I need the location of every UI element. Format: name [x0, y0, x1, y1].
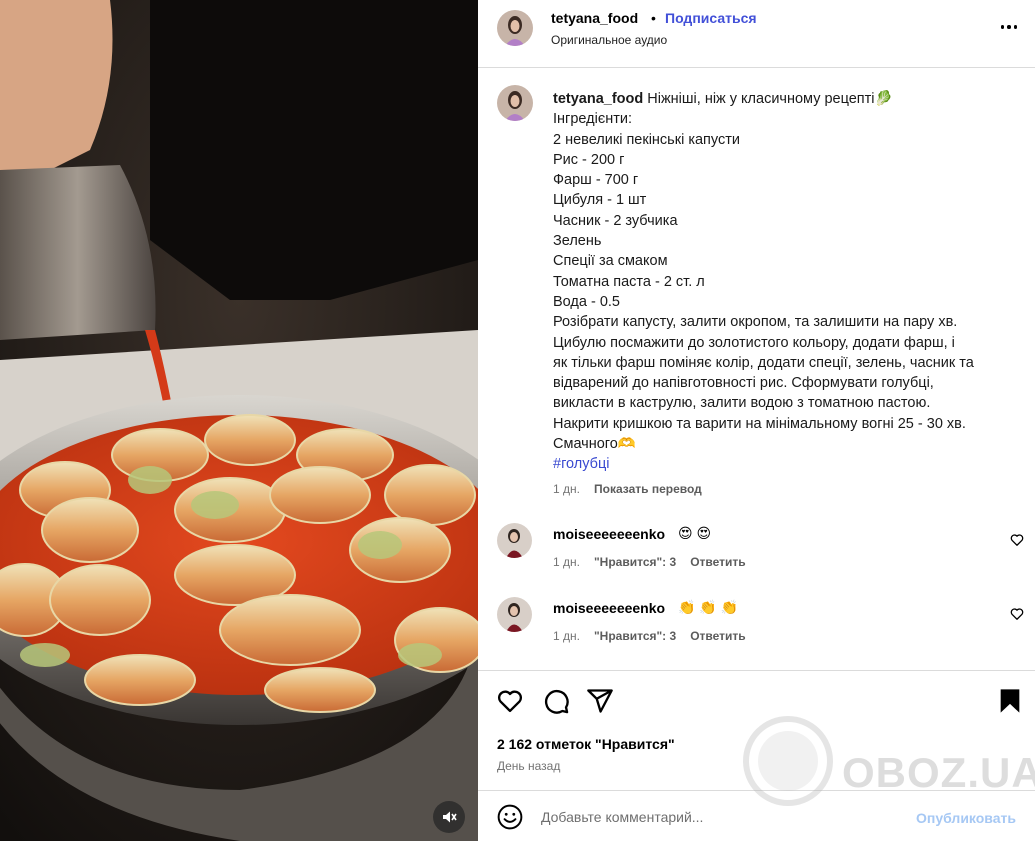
- heart-icon[interactable]: [496, 687, 524, 715]
- caption-line: Інгредієнти:: [553, 111, 632, 128]
- mute-button[interactable]: [433, 801, 465, 833]
- caption-line: Накрити кришкою та варити на мінімальном…: [553, 415, 966, 432]
- caption-line: 2 невеликі пекінські капусти: [553, 131, 740, 148]
- reply-button[interactable]: Ответить: [690, 629, 745, 643]
- post-caption: tetyana_food Ніжніші, ніж у класичному р…: [553, 89, 1023, 475]
- comment-avatar[interactable]: [497, 523, 532, 558]
- post-media[interactable]: [0, 0, 478, 841]
- caption-line: Спеції за смаком: [553, 253, 668, 270]
- comment-username[interactable]: moiseeeeeeenko: [553, 600, 665, 616]
- caption-line: Цибулю посмажити до золотистого кольору,…: [553, 334, 955, 351]
- comment-text: 👏 👏 👏: [678, 599, 739, 615]
- translate-button[interactable]: Показать перевод: [594, 482, 702, 496]
- caption-line: Ніжніші, ніж у класичному рецепті🥬: [647, 91, 893, 107]
- comment-avatar[interactable]: [497, 597, 532, 632]
- post-comment-button[interactable]: Опубликовать: [916, 810, 1016, 826]
- post-actions: 2 162 отметок "Нравится" День назад: [478, 670, 1035, 790]
- post-date[interactable]: День назад: [497, 759, 560, 773]
- caption-line: відварений до напівготовності рис. Сформ…: [553, 375, 934, 392]
- heart-icon[interactable]: [1010, 533, 1024, 547]
- avatar[interactable]: [497, 10, 533, 46]
- follow-button[interactable]: Подписаться: [665, 10, 757, 26]
- audio-label[interactable]: Оригинальное аудио: [551, 33, 667, 47]
- smile-icon[interactable]: [497, 804, 523, 830]
- comment-composer: Опубликовать: [478, 790, 1035, 841]
- caption-line: Смачного🫶: [553, 436, 636, 453]
- comment-likes[interactable]: "Нравится": 3: [594, 629, 676, 643]
- caption-line: Рис - 200 г: [553, 151, 625, 168]
- caption-age: 1 дн.: [553, 482, 580, 496]
- hashtag-link[interactable]: #голубці: [553, 454, 1023, 474]
- separator-dot: •: [651, 10, 656, 26]
- caption-line: Фарш - 700 г: [553, 172, 639, 189]
- caption-line: Томатна паста - 2 ст. л: [553, 273, 705, 290]
- caption-line: Зелень: [553, 233, 602, 250]
- caption-line: Розібрати капусту, залити окропом, та за…: [553, 314, 958, 331]
- post-header: tetyana_food • Подписаться Оригинальное …: [478, 0, 1035, 68]
- caption-line: Вода - 0.5: [553, 293, 620, 310]
- comment-input[interactable]: [541, 805, 901, 829]
- caption-line: викласти в каструлю, залити водою з тома…: [553, 395, 931, 412]
- comment-username[interactable]: moiseeeeeeenko: [553, 526, 665, 542]
- heart-icon[interactable]: [1010, 607, 1024, 621]
- comment-likes[interactable]: "Нравится": 3: [594, 555, 676, 569]
- comment-icon[interactable]: [542, 687, 570, 715]
- likes-count[interactable]: 2 162 отметок "Нравится": [497, 736, 675, 752]
- author-username[interactable]: tetyana_food: [551, 10, 638, 26]
- caption-line: Часник - 2 зубчика: [553, 212, 678, 229]
- caption-line: як тільки фарш поміняє колір, додати спе…: [553, 354, 974, 371]
- share-icon[interactable]: [586, 687, 614, 715]
- comment-meta: 1 дн. "Нравится": 3 Ответить: [553, 629, 746, 643]
- reply-button[interactable]: Ответить: [690, 555, 745, 569]
- caption-line: Цибуля - 1 шт: [553, 192, 647, 209]
- caption-meta: 1 дн. Показать перевод: [553, 482, 702, 496]
- post-details-panel: tetyana_food • Подписаться Оригинальное …: [478, 0, 1035, 841]
- mute-icon: [443, 811, 457, 823]
- bookmark-icon[interactable]: [996, 687, 1024, 715]
- comment-age: 1 дн.: [553, 629, 580, 643]
- cabbage-rolls-photo: [0, 0, 478, 841]
- caption-username[interactable]: tetyana_food: [553, 91, 643, 107]
- comment-age: 1 дн.: [553, 555, 580, 569]
- caption-avatar[interactable]: [497, 85, 533, 121]
- comment-text: 😍 😍: [678, 525, 712, 541]
- more-options-icon[interactable]: [998, 17, 1020, 37]
- comment-meta: 1 дн. "Нравится": 3 Ответить: [553, 555, 746, 569]
